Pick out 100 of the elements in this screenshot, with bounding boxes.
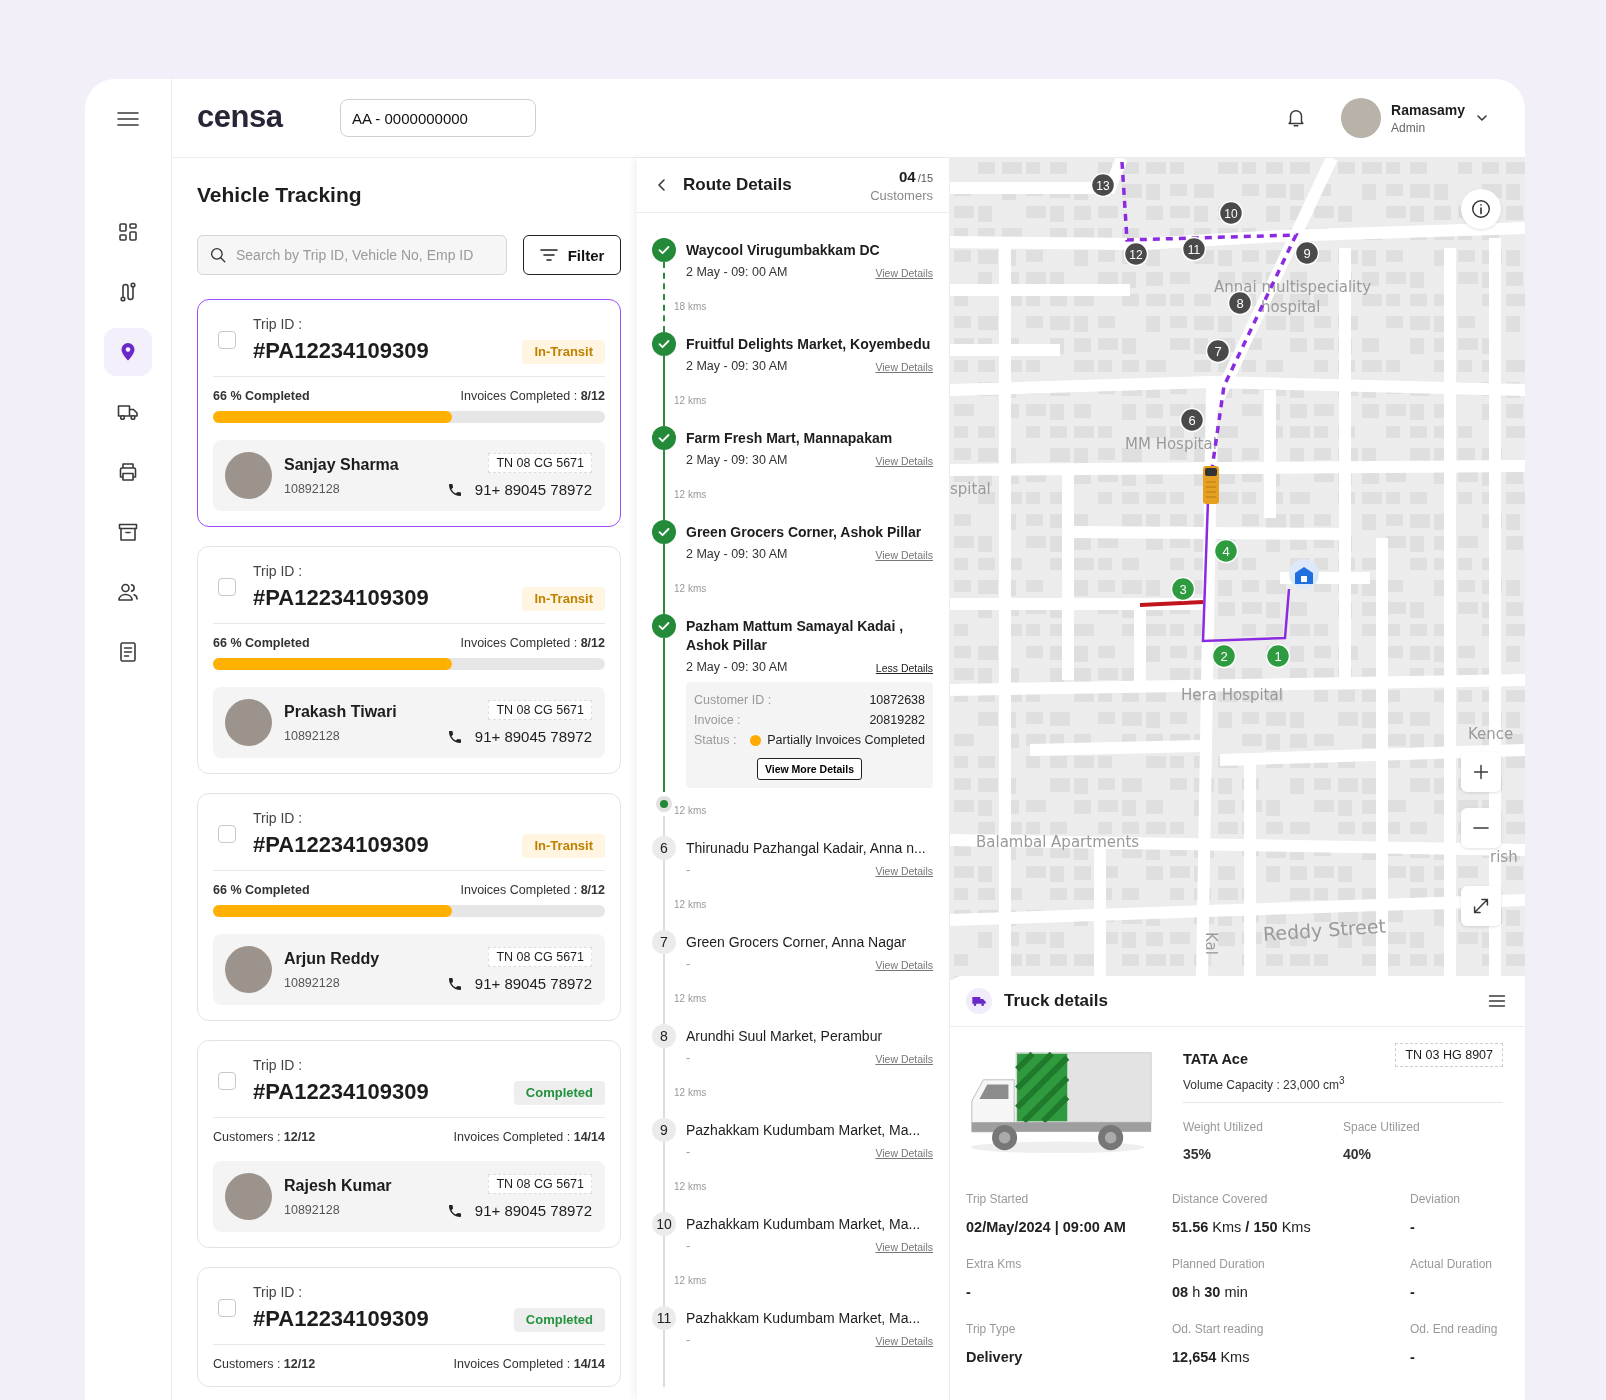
details-link[interactable]: View Details <box>875 267 933 279</box>
checkbox[interactable] <box>218 578 236 596</box>
stop-name: Pazham Mattum Samayal Kadai , Ashok Pillar <box>686 617 905 655</box>
deviation-line <box>1139 600 1204 607</box>
distance-label: 12 kms <box>674 489 708 502</box>
details-link[interactable]: View Details <box>875 361 933 373</box>
street-map-drawing[interactable]: Annai multispeciality hospital MM Hospital spital Hera Hospital Kence Balambal Apartments rish Reddy Street Kal 13 10 12 11 9 8 7 6 4 3 2 1 <box>950 158 1525 980</box>
detail-label: Status : <box>694 732 737 749</box>
field-label: Distance Covered <box>1172 1192 1269 1206</box>
view-more-details-button[interactable]: View More Details <box>756 758 863 780</box>
stop-name: Pazhakkam Kudumbam Market, Ma... <box>686 1309 922 1328</box>
field-label: Deviation <box>1410 1192 1462 1206</box>
step-number: 6 <box>652 836 676 860</box>
details-link[interactable]: Less Details <box>875 662 933 674</box>
driver-id: 10892128 <box>284 1202 341 1217</box>
stat-value: 40% <box>1343 1146 1373 1162</box>
trip-id-label: Trip ID : <box>253 809 304 828</box>
step-number: 8 <box>652 1024 676 1048</box>
trip-card[interactable]: Trip ID : #PA12234109309 In-Transit 66 % Completed Invoices Completed : 8/12 Arjun Reddy 10892128 TN 08 CG 5671 91+ 89045 78972 <box>197 793 621 1021</box>
invoices-count: Invoices Completed : 8/12 <box>460 389 605 403</box>
stop-name: Pazhakkam Kudumbam Market, Ma... <box>686 1121 922 1140</box>
detail-label: Invoice : <box>694 712 741 729</box>
details-link[interactable]: View Details <box>875 1147 933 1159</box>
filter-button[interactable]: Filter <box>523 235 621 275</box>
route-stop-marker[interactable]: 3 <box>1170 576 1196 602</box>
truck-model: TATA Ace <box>1183 1051 1249 1067</box>
field-label: Trip Started <box>966 1192 1030 1206</box>
search-field[interactable]: Search by Trip ID, Vehicle No, Emp ID <box>197 235 507 275</box>
stop-time: 2 May - 09: 00 AM <box>686 265 788 279</box>
field-label: Od. End reading <box>1410 1322 1499 1336</box>
route-stop-marker[interactable]: 6 <box>1179 407 1205 433</box>
trip-id-label: Trip ID : <box>253 315 304 334</box>
map-label: Balambal Apartments <box>976 833 1140 851</box>
invoices-count: Invoices Completed : 8/12 <box>460 636 605 650</box>
fullscreen-button[interactable] <box>1461 886 1501 926</box>
phone-icon <box>446 1202 463 1219</box>
vehicle-plate: TN 03 HG 8907 <box>1395 1043 1503 1067</box>
route-stop-marker[interactable]: 1 <box>1265 643 1291 669</box>
details-link[interactable]: View Details <box>875 865 933 877</box>
stat-value: 35% <box>1183 1146 1213 1162</box>
checkbox[interactable] <box>218 331 236 349</box>
map-label: hospital <box>1261 298 1321 316</box>
route-stop-marker[interactable]: 4 <box>1213 538 1239 564</box>
details-link[interactable]: View Details <box>875 959 933 971</box>
details-link[interactable]: View Details <box>875 455 933 467</box>
invoices-count: Invoices Completed : 8/12 <box>460 883 605 897</box>
route-stop-marker[interactable]: 10 <box>1218 200 1244 226</box>
route-stop-marker[interactable]: 11 <box>1181 236 1207 262</box>
distance-label: 12 kms <box>674 1275 708 1288</box>
trip-card[interactable]: Trip ID : #PA12234109309 In-Transit 66 % Completed Invoices Completed : 8/12 Prakash Tiwari 10892128 TN 08 CG 5671 91+ 89045 78972 <box>197 546 621 774</box>
stat-label: Weight Utilized <box>1183 1120 1264 1134</box>
step-number: 10 <box>652 1212 676 1236</box>
checkbox[interactable] <box>218 825 236 843</box>
phone-icon <box>446 481 463 498</box>
page-title: Vehicle Tracking <box>197 182 363 208</box>
route-stop-marker[interactable]: 2 <box>1211 643 1237 669</box>
route-stop-marker[interactable]: 9 <box>1294 240 1320 266</box>
details-link[interactable]: View Details <box>875 1053 933 1065</box>
user-name: Ramasamy <box>1391 101 1465 118</box>
sidebar-item[interactable] <box>104 328 152 376</box>
distance-label: 12 kms <box>674 583 708 596</box>
trip-card[interactable]: Trip ID : #PA12234109309 Completed Customers : 12/12 Invoices Completed : 14/14 Rajesh Kumar 10892128 TN 08 CG 5671 91+ 89045 78972 <box>197 1040 621 1248</box>
stop-time: 2 May - 09: 30 AM <box>686 359 788 373</box>
customers-count: Customers : 12/12 <box>213 1357 316 1371</box>
trip-card[interactable]: Trip ID : #PA12234109309 In-Transit 66 % Completed Invoices Completed : 8/12 Sanjay Sharma 10892128 TN 08 CG 5671 91+ 89045 78972 <box>197 299 621 527</box>
route-stop-marker[interactable]: 12 <box>1123 241 1149 267</box>
map-label: MM Hospital <box>1125 435 1217 453</box>
stop-time: - <box>686 1051 691 1065</box>
stop-time: - <box>686 1333 691 1347</box>
checkbox[interactable] <box>218 1072 236 1090</box>
route-stop-marker[interactable]: 13 <box>1090 172 1116 198</box>
distance-label: 12 kms <box>674 1087 708 1100</box>
info-icon <box>1470 198 1492 220</box>
zoom-in-button[interactable] <box>1461 752 1501 792</box>
details-link[interactable]: View Details <box>875 1241 933 1253</box>
panel-title: Route Details <box>683 175 793 195</box>
account-field[interactable]: AA - 0000000000 <box>340 99 536 137</box>
trip-id: #PA12234109309 <box>253 584 430 612</box>
stop-time: - <box>686 957 691 971</box>
details-link[interactable]: View Details <box>875 549 933 561</box>
driver-avatar <box>225 946 272 993</box>
progress-label: 66 % Completed <box>213 389 310 403</box>
details-link[interactable]: View Details <box>875 1335 933 1347</box>
map-label: Kence <box>1468 725 1514 743</box>
checkbox[interactable] <box>218 1299 236 1317</box>
user-role: Admin <box>1391 120 1427 135</box>
distance-label: 12 kms <box>674 805 708 818</box>
trip-id-label: Trip ID : <box>253 1283 304 1302</box>
status-badge: In-Transit <box>522 587 605 611</box>
route-stop-marker[interactable]: 7 <box>1205 338 1231 364</box>
logo: censa <box>197 98 285 136</box>
driver-phone: 91+ 89045 78972 <box>474 481 592 498</box>
grid-icon <box>116 220 140 244</box>
field-value: Delivery <box>966 1349 1024 1365</box>
stop-time: - <box>686 1145 691 1159</box>
map-label: Hera Hospital <box>1181 686 1283 704</box>
trip-card[interactable]: Trip ID : #PA12234109309 Completed Customers : 12/12 Invoices Completed : 14/14 <box>197 1267 621 1387</box>
stop-name: Waycool Virugumbakkam DC <box>686 241 881 260</box>
stop-name: Pazhakkam Kudumbam Market, Ma... <box>686 1215 922 1234</box>
trip-id: #PA12234109309 <box>253 831 430 859</box>
